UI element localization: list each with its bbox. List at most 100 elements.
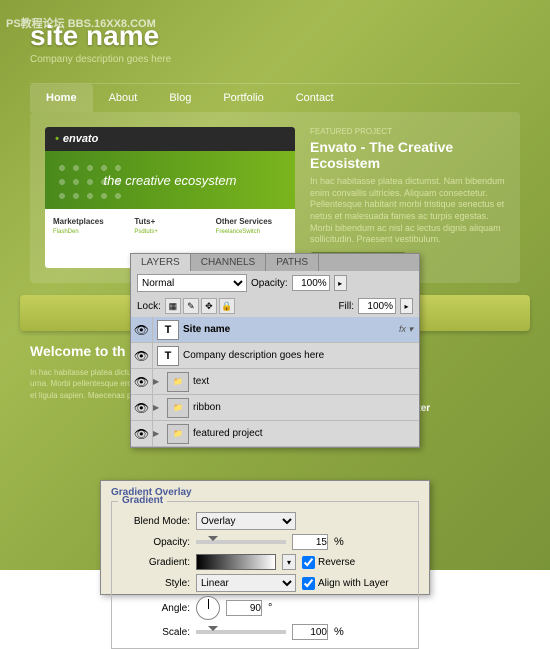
- lock-transparency-icon[interactable]: ▦: [165, 298, 181, 314]
- panel-tabs: LAYERS CHANNELS PATHS: [131, 254, 419, 271]
- col2-p: Psdtuts+: [134, 229, 205, 235]
- layer-tagline[interactable]: 👁 T Company description goes here: [131, 343, 419, 369]
- fx-badge[interactable]: fx ▾: [399, 324, 413, 335]
- card-col-3: Other Services FreelanceSwitch: [216, 217, 287, 235]
- expand-icon[interactable]: ▶: [153, 403, 163, 412]
- col3-p: FreelanceSwitch: [216, 229, 287, 235]
- reverse-checkbox[interactable]: Reverse: [302, 556, 355, 569]
- layers-panel: LAYERS CHANNELS PATHS Normal Opacity: ▸ …: [130, 253, 420, 448]
- layer-name-label: text: [193, 376, 419, 387]
- layer-text-folder[interactable]: 👁 ▶ 📁 text: [131, 369, 419, 395]
- folder-icon: 📁: [167, 398, 189, 418]
- tagline: Company description goes here: [30, 54, 520, 65]
- opacity-slider[interactable]: [196, 540, 286, 544]
- nav-bar: Home About Blog Portfolio Contact: [30, 83, 520, 112]
- visibility-icon[interactable]: 👁: [131, 317, 153, 343]
- gradient-dropdown-icon[interactable]: ▾: [282, 554, 296, 570]
- expand-icon[interactable]: ▶: [153, 429, 163, 438]
- text-layer-icon: T: [157, 346, 179, 366]
- nav-portfolio[interactable]: Portfolio: [207, 84, 279, 112]
- card-columns: MarketplacesFlashDen Tuts+ Psdtuts+ Other…: [45, 209, 295, 243]
- tab-layers[interactable]: LAYERS: [131, 254, 191, 271]
- featured-label: FEATURED PROJECT: [310, 127, 505, 136]
- tab-paths[interactable]: PATHS: [266, 254, 319, 271]
- layer-list: 👁 T Site name fx ▾ 👁 T Company descripti…: [131, 317, 419, 447]
- lock-label: Lock:: [137, 301, 161, 312]
- col1-h: Marketplaces: [53, 217, 124, 226]
- nav-about[interactable]: About: [93, 84, 154, 112]
- fill-input[interactable]: [358, 298, 396, 314]
- gradient-row: Gradient: ▾ Reverse: [122, 554, 408, 570]
- pct-label: %: [334, 536, 344, 548]
- gradient-group: Gradient Blend Mode: Overlay Opacity: % …: [111, 501, 419, 649]
- lock-position-icon[interactable]: ✥: [201, 298, 217, 314]
- visibility-icon[interactable]: 👁: [131, 369, 153, 395]
- featured-desc: In hac habitasse platea dictumst. Nam bi…: [310, 176, 505, 246]
- scale-slider[interactable]: [196, 630, 286, 634]
- layer-ribbon-folder[interactable]: 👁 ▶ 📁 ribbon: [131, 395, 419, 421]
- scale-label: Scale:: [122, 627, 190, 638]
- nav-contact[interactable]: Contact: [280, 84, 350, 112]
- lock-icons: ▦ ✎ ✥ 🔒: [165, 298, 235, 314]
- text-layer-icon: T: [157, 320, 179, 340]
- visibility-icon[interactable]: 👁: [131, 421, 153, 447]
- group-title: Gradient: [118, 495, 167, 506]
- col3-h: Other Services: [216, 217, 287, 226]
- visibility-icon[interactable]: 👁: [131, 343, 153, 369]
- opacity-arrow-icon[interactable]: ▸: [334, 275, 347, 291]
- scale-row: Scale: %: [122, 624, 408, 640]
- layer-site-name[interactable]: 👁 T Site name fx ▾: [131, 317, 419, 343]
- align-label: Align with Layer: [318, 578, 389, 589]
- blend-label: Blend Mode:: [122, 516, 190, 527]
- tab-channels[interactable]: CHANNELS: [191, 254, 266, 271]
- nav-home[interactable]: Home: [30, 84, 93, 112]
- lock-pixels-icon[interactable]: ✎: [183, 298, 199, 314]
- folder-icon: 📁: [167, 372, 189, 392]
- gradient-overlay-dialog: Gradient Overlay Gradient Blend Mode: Ov…: [100, 480, 430, 595]
- reverse-check[interactable]: [302, 556, 315, 569]
- expand-icon[interactable]: ▶: [153, 377, 163, 386]
- angle-dial[interactable]: [196, 596, 220, 620]
- card-col-1: MarketplacesFlashDen: [53, 217, 124, 235]
- opacity-label: Opacity:: [122, 537, 190, 548]
- pct-label2: %: [334, 626, 344, 638]
- layer-featured-folder[interactable]: 👁 ▶ 📁 featured project: [131, 421, 419, 447]
- style-select[interactable]: Linear: [196, 574, 296, 592]
- nav-blog[interactable]: Blog: [153, 84, 207, 112]
- angle-input[interactable]: [226, 600, 262, 616]
- featured-title: Envato - The Creative Ecosistem: [310, 139, 505, 171]
- brand-logo: envato: [55, 133, 98, 145]
- gradient-label: Gradient:: [122, 557, 190, 568]
- blend-mode-select[interactable]: Normal: [137, 274, 247, 292]
- layer-name-label: Site name: [183, 324, 399, 335]
- hero-text: the creative ecosystem: [104, 173, 237, 188]
- fill-label: Fill:: [338, 301, 354, 312]
- layer-name-label: Company description goes here: [183, 350, 419, 361]
- opacity-input[interactable]: [292, 534, 328, 550]
- blend-mode-row: Blend Mode: Overlay: [122, 512, 408, 530]
- fill-arrow-icon[interactable]: ▸: [400, 298, 413, 314]
- blend-row: Normal Opacity: ▸: [131, 271, 419, 295]
- reverse-label: Reverse: [318, 557, 355, 568]
- align-checkbox[interactable]: Align with Layer: [302, 577, 389, 590]
- align-check[interactable]: [302, 577, 315, 590]
- card-col-2: Tuts+ Psdtuts+: [134, 217, 205, 235]
- opacity-input[interactable]: [292, 275, 330, 291]
- lock-all-icon[interactable]: 🔒: [219, 298, 235, 314]
- opacity-label: Opacity:: [251, 278, 288, 289]
- blend-mode-select[interactable]: Overlay: [196, 512, 296, 530]
- style-row: Style: Linear Align with Layer: [122, 574, 408, 592]
- scale-input[interactable]: [292, 624, 328, 640]
- visibility-icon[interactable]: 👁: [131, 395, 153, 421]
- lock-row: Lock: ▦ ✎ ✥ 🔒 Fill: ▸: [131, 295, 419, 317]
- layer-name-label: ribbon: [193, 402, 419, 413]
- folder-icon: 📁: [167, 424, 189, 444]
- card-hero: the creative ecosystem: [45, 151, 295, 209]
- opacity-row: Opacity: %: [122, 534, 408, 550]
- card-header: envato: [45, 127, 295, 151]
- layer-name-label: featured project: [193, 428, 419, 439]
- col2-h: Tuts+: [134, 217, 205, 226]
- gradient-swatch[interactable]: [196, 554, 276, 570]
- angle-label: Angle:: [122, 603, 190, 614]
- deg-label: °: [268, 602, 272, 614]
